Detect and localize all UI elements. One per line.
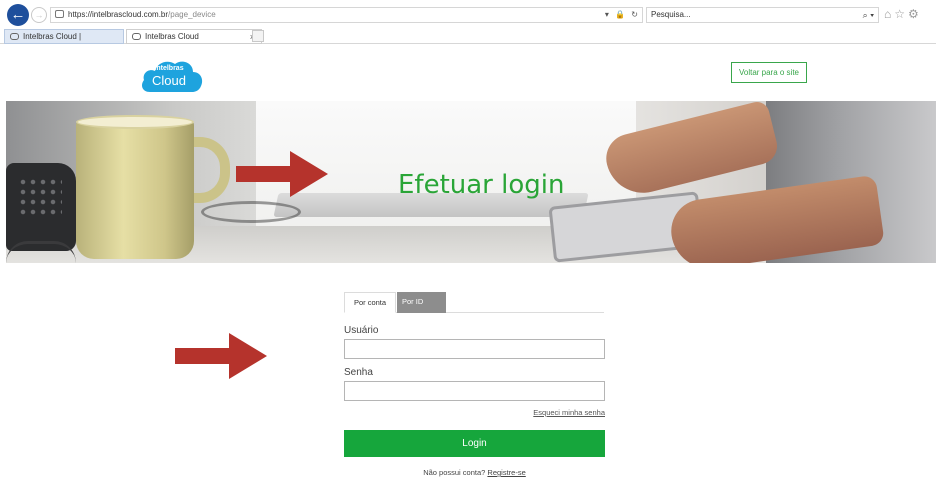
logo-text-intelbras: intelbras [154, 65, 184, 72]
register-prompt: Não possui conta? [423, 468, 486, 477]
page-icon [55, 10, 64, 18]
star-icon[interactable]: ☆ [894, 7, 908, 21]
username-input[interactable] [344, 339, 605, 359]
hero-phone-cord [6, 241, 76, 263]
search-placeholder: Pesquisa... [651, 10, 691, 19]
page-icon [10, 33, 19, 40]
dropdown-icon[interactable]: ▾ [605, 10, 609, 19]
annotation-arrow-icon [175, 333, 267, 379]
register-row: Não possui conta? Registre-se [344, 468, 605, 477]
hero-phone [6, 163, 76, 251]
hero-mug-rim [76, 115, 194, 129]
url-path: /page_device [168, 10, 216, 19]
register-link[interactable]: Registre-se [487, 468, 525, 477]
page-icon [132, 33, 141, 40]
password-input[interactable] [344, 381, 605, 401]
forgot-password-link[interactable]: Esqueci minha senha [520, 408, 605, 417]
browser-tab-active[interactable]: Intelbras Cloud × [126, 29, 262, 44]
browser-toolbar-icons: ⌂☆⚙ [884, 7, 922, 21]
login-button[interactable]: Login [344, 430, 605, 457]
back-to-site-button[interactable]: Voltar para o site [731, 62, 807, 83]
back-icon[interactable]: ← [7, 4, 29, 26]
browser-tab-label: Intelbras Cloud | [23, 32, 82, 41]
new-tab-button[interactable] [252, 30, 264, 42]
hero-glasses [201, 201, 301, 223]
url-input[interactable]: https://intelbrascloud.com.br/page_devic… [50, 7, 643, 23]
tab-por-conta[interactable]: Por conta [344, 292, 396, 313]
hero-mug [76, 121, 194, 259]
browser-address-bar: ← → https://intelbrascloud.com.br/page_d… [0, 0, 936, 28]
browser-tab-strip: Intelbras Cloud | Intelbras Cloud × [0, 28, 936, 44]
forward-icon[interactable]: → [31, 7, 47, 23]
refresh-icon[interactable]: ↻ [631, 10, 638, 19]
search-input[interactable]: Pesquisa... ⌕ ▾ [646, 7, 879, 23]
url-tools: ▾ 🔒 ↻ [601, 8, 638, 22]
hero-title: Efetuar login [398, 170, 565, 200]
search-icon[interactable]: ⌕ ▾ [863, 8, 874, 22]
annotation-arrow-icon [236, 151, 328, 197]
login-tabs: Por conta Por ID [344, 292, 604, 313]
home-icon[interactable]: ⌂ [884, 7, 894, 21]
password-label: Senha [344, 367, 373, 378]
logo-text-cloud: Cloud [152, 73, 186, 88]
lock-icon[interactable]: 🔒 [615, 10, 625, 19]
browser-tab[interactable]: Intelbras Cloud | [4, 29, 124, 44]
gear-icon[interactable]: ⚙ [908, 7, 922, 21]
browser-tab-label: Intelbras Cloud [145, 32, 199, 41]
url-host: https://intelbrascloud.com.br [68, 10, 169, 19]
tab-por-id[interactable]: Por ID [397, 292, 446, 313]
intelbras-cloud-logo[interactable]: intelbras Cloud [140, 58, 206, 94]
phone-keys [18, 177, 62, 217]
username-label: Usuário [344, 325, 379, 336]
page: ← → https://intelbrascloud.com.br/page_d… [0, 0, 936, 493]
